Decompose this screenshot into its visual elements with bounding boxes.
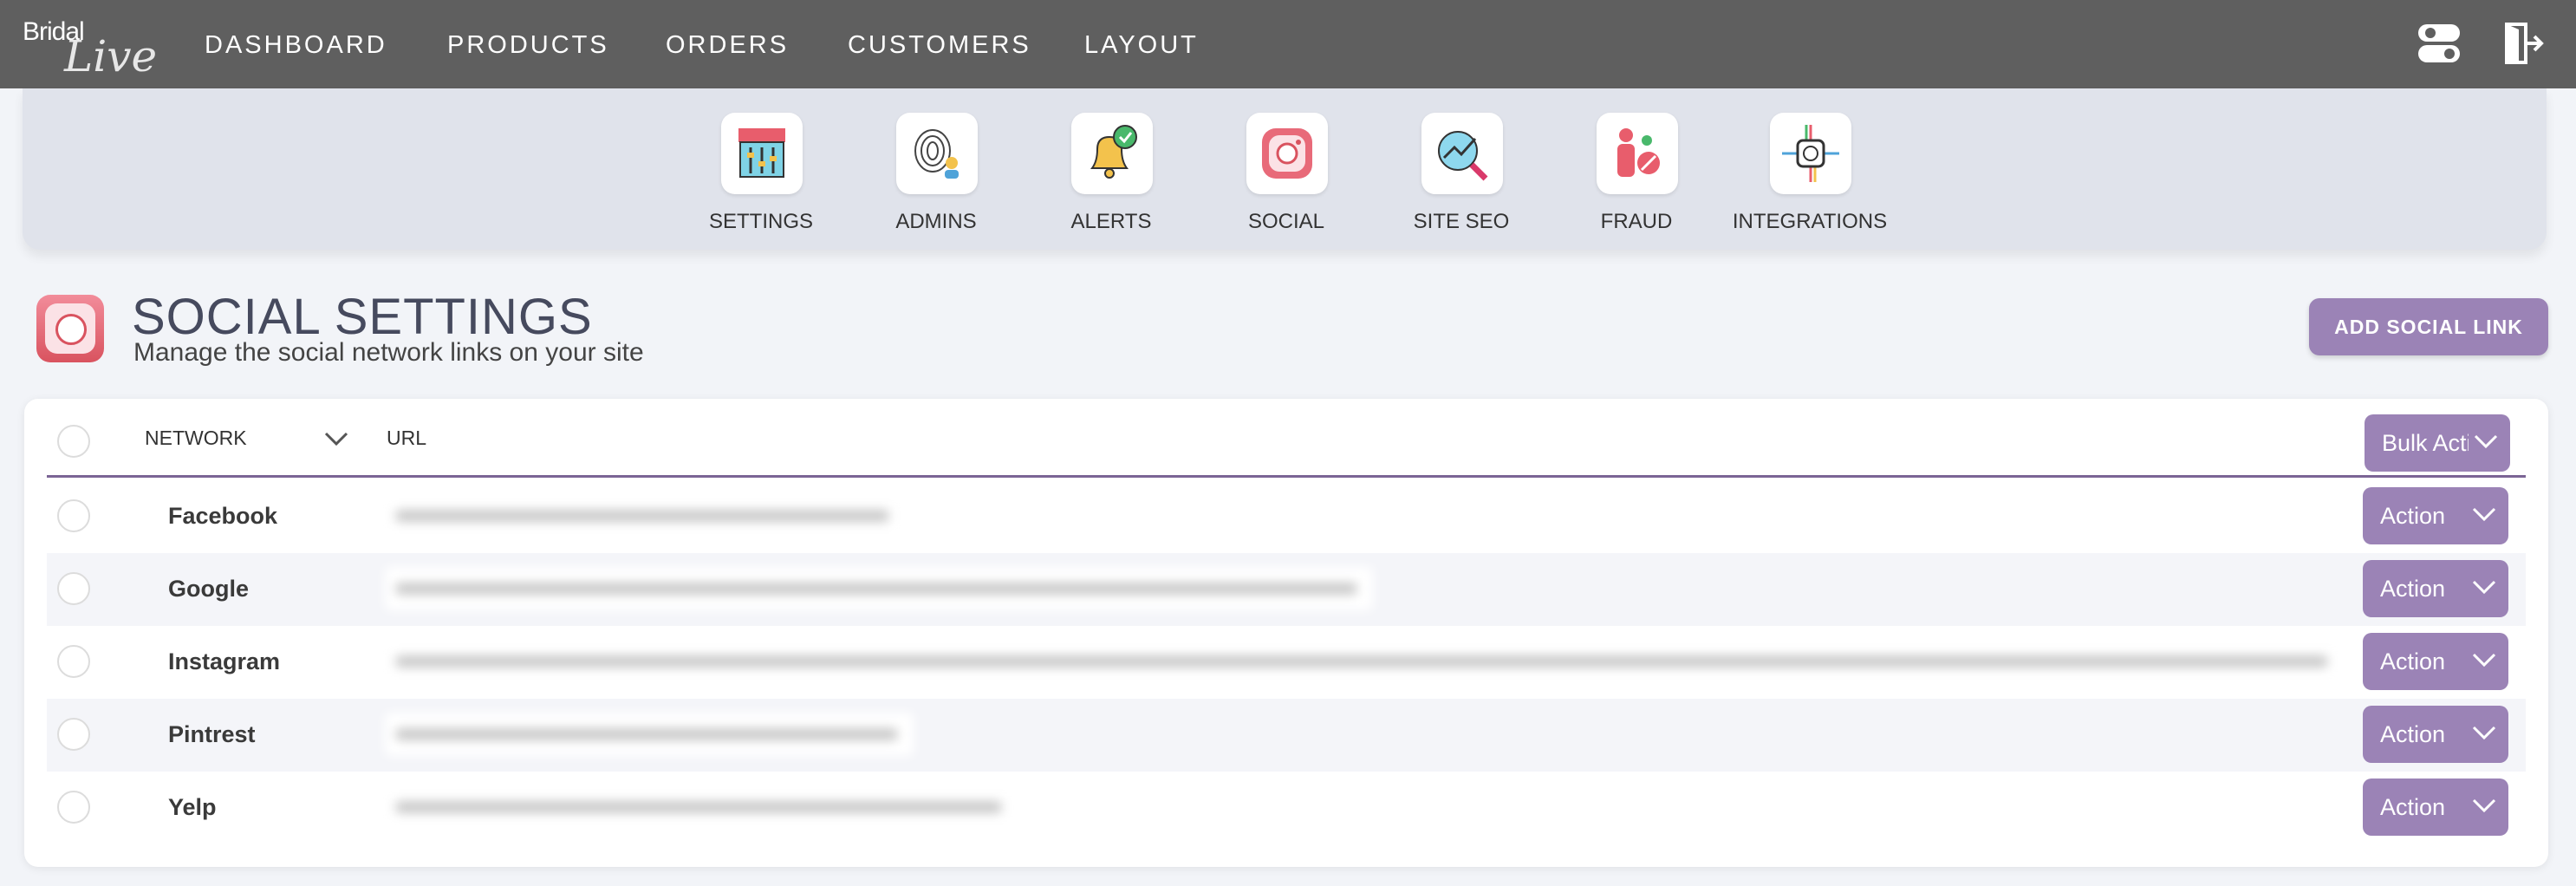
chevron-down-icon xyxy=(2472,653,2496,668)
table-row[interactable]: Google Action xyxy=(47,553,2526,626)
tile-settings[interactable]: SETTINGS xyxy=(683,109,839,239)
chevron-down-icon xyxy=(2474,434,2498,449)
header-divider xyxy=(47,475,2526,478)
tile-social[interactable]: SOCIAL xyxy=(1208,109,1364,239)
tile-alerts[interactable]: ALERTS xyxy=(1033,109,1189,239)
sort-chevron-down-icon[interactable] xyxy=(324,432,348,450)
tile-social-label: SOCIAL xyxy=(1247,210,1325,233)
chevron-down-icon xyxy=(2472,798,2496,813)
row-checkbox[interactable] xyxy=(57,645,90,678)
network-name: Pintrest xyxy=(168,721,256,747)
logout-icon[interactable] xyxy=(2500,19,2548,68)
social-links-table: NETWORK URL Bulk Actions Facebook Action… xyxy=(24,399,2548,867)
chevron-down-icon xyxy=(2472,580,2496,595)
integrations-hub-icon xyxy=(1770,113,1851,194)
row-action-dropdown[interactable]: Action xyxy=(2363,487,2508,544)
nav-products[interactable]: PRODUCTS xyxy=(447,31,609,60)
fingerprint-admin-icon xyxy=(896,113,978,194)
network-name: Facebook xyxy=(168,503,278,529)
tile-site-seo[interactable]: SITE SEO xyxy=(1383,109,1539,239)
row-action-dropdown[interactable]: Action xyxy=(2363,779,2508,836)
chevron-down-icon xyxy=(2472,726,2496,740)
column-header-network[interactable]: NETWORK xyxy=(145,427,247,450)
row-action-label: Action xyxy=(2380,648,2446,674)
settings-category-strip: SETTINGS ADMINS ALERTS SOCIAL SITE SEO F… xyxy=(23,88,2547,250)
tile-alerts-label: ALERTS xyxy=(1070,210,1152,233)
row-action-label: Action xyxy=(2380,794,2446,820)
table-row[interactable]: Pintrest Action xyxy=(47,699,2526,772)
row-action-label: Action xyxy=(2380,503,2446,529)
row-action-label: Action xyxy=(2380,721,2446,747)
url-value-redacted xyxy=(385,640,2347,683)
select-all-checkbox[interactable] xyxy=(57,425,90,458)
instagram-icon xyxy=(1246,113,1328,194)
tile-site-seo-label: SITE SEO xyxy=(1413,210,1510,233)
tile-integrations-label: INTEGRATIONS xyxy=(1732,210,1888,233)
bridal-live-logo[interactable]: Bridal Live xyxy=(23,12,161,81)
row-checkbox[interactable] xyxy=(57,499,90,532)
row-action-dropdown[interactable]: Action xyxy=(2363,633,2508,690)
tile-fraud-label: FRAUD xyxy=(1600,210,1673,233)
row-checkbox[interactable] xyxy=(57,791,90,824)
add-social-link-button[interactable]: ADD SOCIAL LINK xyxy=(2309,298,2548,355)
row-action-dropdown[interactable]: Action xyxy=(2363,706,2508,763)
bell-check-icon xyxy=(1071,113,1153,194)
tile-integrations[interactable]: INTEGRATIONS xyxy=(1714,109,1905,239)
page-subtitle: Manage the social network links on your … xyxy=(133,338,644,367)
network-name: Yelp xyxy=(168,794,217,820)
url-value-redacted xyxy=(385,567,1373,610)
nav-dashboard[interactable]: DASHBOARD xyxy=(205,31,387,60)
column-header-url: URL xyxy=(387,427,427,449)
top-navigation-bar: Bridal Live DASHBOARD PRODUCTS ORDERS CU… xyxy=(0,0,2576,88)
url-value-redacted xyxy=(385,713,914,756)
network-name: Google xyxy=(168,576,249,602)
table-row[interactable]: Facebook Action xyxy=(47,480,2526,553)
toggle-settings-icon[interactable] xyxy=(2415,19,2463,68)
network-name: Instagram xyxy=(168,648,281,674)
logo-text-live: Live xyxy=(64,31,158,81)
page-title: SOCIAL SETTINGS xyxy=(132,289,593,345)
nav-customers[interactable]: CUSTOMERS xyxy=(848,31,1031,60)
tile-settings-label: SETTINGS xyxy=(708,210,813,233)
storefront-settings-icon xyxy=(721,113,803,194)
chevron-down-icon xyxy=(2472,507,2496,522)
table-row[interactable]: Instagram Action xyxy=(47,626,2526,699)
social-settings-icon xyxy=(36,295,104,362)
row-action-dropdown[interactable]: Action xyxy=(2363,560,2508,617)
row-checkbox[interactable] xyxy=(57,718,90,751)
tile-fraud[interactable]: FRAUD xyxy=(1558,109,1714,239)
url-value-redacted xyxy=(385,494,905,537)
nav-layout[interactable]: LAYOUT xyxy=(1084,31,1199,60)
row-action-label: Action xyxy=(2380,576,2446,602)
bulk-actions-label: Bulk Actions xyxy=(2382,430,2469,456)
tile-admins[interactable]: ADMINS xyxy=(858,109,1014,239)
url-value-redacted xyxy=(385,785,1026,829)
table-row[interactable]: Yelp Action xyxy=(47,772,2526,844)
tile-admins-label: ADMINS xyxy=(895,210,977,233)
row-checkbox[interactable] xyxy=(57,572,90,605)
seo-magnifier-icon xyxy=(1421,113,1503,194)
bulk-actions-dropdown[interactable]: Bulk Actions xyxy=(2365,414,2510,472)
fraud-person-icon xyxy=(1597,113,1678,194)
nav-orders[interactable]: ORDERS xyxy=(666,31,789,60)
